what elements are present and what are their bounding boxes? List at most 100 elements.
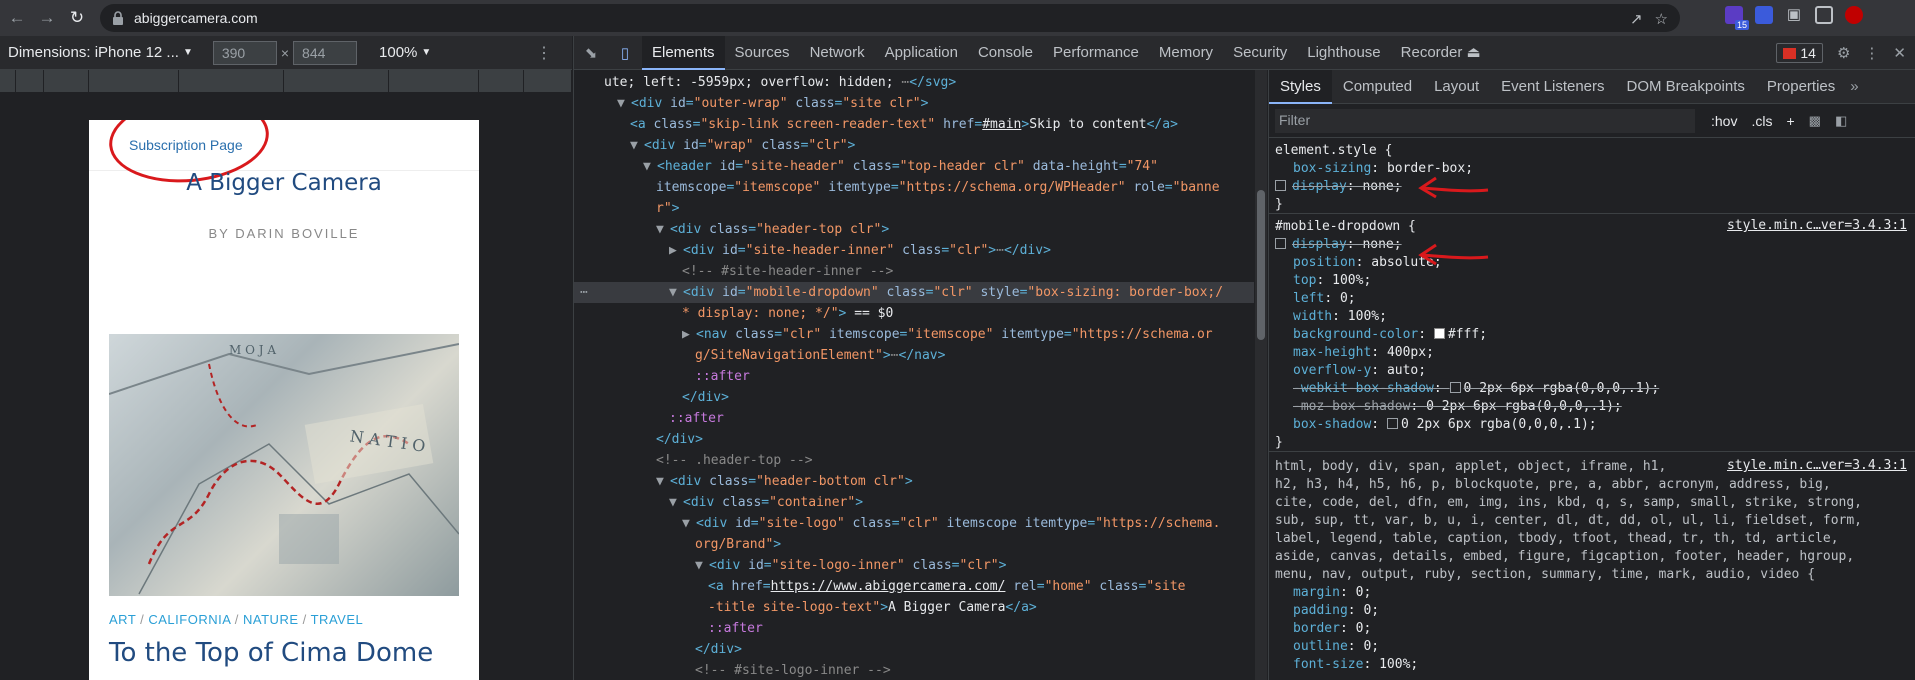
dom-node-line[interactable]: ▶ <div id="site-header-inner" class="clr"… [574,240,1051,261]
filter-tool-button[interactable]: .cls [1751,113,1772,129]
devtools-tab[interactable]: Elements [642,35,725,70]
shadow-editor-icon[interactable] [1386,418,1398,429]
settings-gear-icon[interactable]: ⚙ [1837,44,1850,62]
post-featured-image[interactable]: N A T I O M O J A [109,334,459,596]
dom-token[interactable]: ▼ [669,282,683,303]
css-property-name[interactable]: top [1293,273,1316,288]
css-property-name[interactable]: display [1292,179,1347,194]
css-property-name[interactable]: display [1292,237,1347,252]
devtools-tab[interactable]: Lighthouse [1297,36,1390,70]
dom-node-line[interactable]: ▼ <div id="site-logo-inner" class="clr"> [574,555,1006,576]
dom-node-line[interactable]: ▶ <nav class="clr" itemscope="itemscope" … [574,324,1213,345]
puzzle-extensions-icon[interactable]: ▣ [1785,6,1803,24]
css-property-value[interactable]: 0 2px 6px rgba(0,0,0,.1); [1464,381,1660,396]
dom-token[interactable]: https://www.abiggercamera.com/ [771,579,1006,594]
stylesheet-source-link[interactable]: style.min.c…ver=3.4.3:1 [1727,458,1907,473]
devtools-tab[interactable]: Performance [1043,36,1149,70]
dom-node-line[interactable]: ▼ <div class="header-bottom clr"> [574,471,913,492]
css-declaration[interactable]: padding: 0; [1275,602,1379,620]
dom-node-line[interactable]: r"> [574,198,679,219]
post-title[interactable]: To the Top of Cima Dome [109,638,433,668]
dom-node-line[interactable]: <!-- #site-header-inner --> [574,261,893,282]
dom-token[interactable]: ▼ [643,156,657,177]
more-options-icon[interactable]: ⋮ [536,43,552,63]
rule-selector[interactable]: #mobile-dropdown { [1275,218,1416,236]
node-menu-icon[interactable]: ⋯ [580,282,588,303]
css-property-name[interactable]: margin [1293,585,1340,600]
styles-subtab[interactable]: DOM Breakpoints [1616,70,1756,104]
dom-node-line[interactable]: g/SiteNavigationElement">⋯</nav> [574,345,945,366]
stylesheet-source-link[interactable]: style.min.c…ver=3.4.3:1 [1727,218,1907,233]
rule-selector[interactable]: html, body, div, span, applet, object, i… [1275,458,1666,476]
reload-icon[interactable]: ↻ [64,5,90,31]
css-declaration[interactable]: -moz-box-shadow: 0 2px 6px rgba(0,0,0,.1… [1275,398,1622,416]
bitwarden-shield-icon[interactable] [1755,6,1773,24]
css-property-name[interactable]: border [1293,621,1340,636]
dom-token[interactable]: ▼ [656,471,670,492]
css-property-value[interactable]: 400px; [1387,345,1434,360]
css-property-name[interactable]: outline [1293,639,1348,654]
styles-subtab[interactable]: Layout [1423,70,1490,104]
dom-token[interactable]: ▶ [682,324,696,345]
css-declaration[interactable]: left: 0; [1275,290,1356,308]
filter-tool-button[interactable]: + [1786,113,1794,129]
dom-node-line[interactable]: ⋯ ▼ <div id="mobile-dropdown" class="clr" … [574,282,1254,303]
forward-icon[interactable]: → [34,5,60,31]
elements-dom-tree[interactable]: ute; left: -5959px; overflow: hidden; ⋯<… [574,70,1254,680]
dom-token[interactable]: ▼ [656,219,670,240]
dom-node-line[interactable]: ::after [574,366,750,387]
css-property-name[interactable]: -moz-box-shadow [1293,399,1410,414]
css-property-name[interactable]: left [1293,291,1324,306]
close-devtools-icon[interactable]: ✕ [1893,44,1906,62]
category-link[interactable]: ART [109,612,136,627]
css-property-value[interactable]: none; [1362,179,1401,194]
css-property-value[interactable]: 0; [1356,585,1372,600]
devtools-tab[interactable]: Application [875,36,968,70]
css-declaration[interactable]: overflow-y: auto; [1275,362,1426,380]
dom-node-line[interactable]: <a href=https://www.abiggercamera.com/ r… [574,576,1185,597]
dom-token[interactable]: #main [982,117,1021,132]
styles-subtab[interactable]: Properties [1756,70,1846,104]
css-declaration[interactable]: position: absolute; [1275,254,1442,272]
dom-token[interactable]: ▼ [630,135,644,156]
address-bar[interactable]: abiggercamera.com ↗ ☆ [100,4,1680,32]
paint-icon[interactable]: ▩ [1809,113,1821,129]
css-declaration[interactable]: border: 0; [1275,620,1371,638]
devtools-tab[interactable]: Network [800,36,875,70]
rule-selector[interactable]: menu, nav, output, ruby, section, summar… [1275,566,1815,584]
css-declaration[interactable]: top: 100%; [1275,272,1371,290]
rule-selector[interactable]: element.style { [1275,142,1392,160]
dom-node-line[interactable]: </div> [574,429,703,450]
dom-node-line[interactable]: ▼ <div id="outer-wrap" class="site clr"> [574,93,928,114]
devtools-tab[interactable]: Recorder ⏏ [1391,36,1491,70]
back-icon[interactable]: ← [4,5,30,31]
css-property-name[interactable]: background-color [1293,327,1418,342]
css-property-value[interactable]: 0; [1356,621,1372,636]
share-icon[interactable]: ↗ [1630,10,1643,28]
devtools-tab[interactable]: Security [1223,36,1297,70]
css-declaration[interactable]: display: none; [1275,178,1402,196]
site-title[interactable]: A Bigger Camera [89,170,479,196]
css-property-value[interactable]: 100%; [1332,273,1371,288]
styles-subtab[interactable]: Event Listeners [1490,70,1615,104]
device-height-input[interactable]: 844 [293,40,358,65]
issues-counter[interactable]: 14 [1776,43,1823,63]
device-select[interactable]: Dimensions: iPhone 12 ... [8,44,179,61]
css-property-value[interactable]: none; [1362,237,1401,252]
dom-token[interactable]: ▼ [617,93,631,114]
dom-node-line[interactable]: ::after [574,408,724,429]
dom-node-line[interactable]: * display: none; */"> == $0 [574,303,893,324]
rule-selector[interactable]: sub, sup, tt, var, b, u, i, center, dl, … [1275,512,1862,530]
dom-token[interactable]: ▼ [695,555,709,576]
dom-node-line[interactable]: ▼ <div class="header-top clr"> [574,219,889,240]
devtools-tab[interactable]: Sources [725,36,800,70]
css-property-value[interactable]: 0; [1363,639,1379,654]
dom-node-line[interactable]: ute; left: -5959px; overflow: hidden; ⋯<… [574,72,956,93]
color-swatch[interactable] [1433,328,1445,339]
css-property-name[interactable]: font-size [1293,657,1363,672]
dom-token[interactable]: ▼ [669,492,683,513]
css-property-value[interactable]: #fff; [1448,327,1487,342]
declaration-checkbox[interactable] [1275,180,1286,191]
css-property-value[interactable]: 100%; [1348,309,1387,324]
css-property-value[interactable]: 0 2px 6px rgba(0,0,0,.1); [1401,417,1597,432]
